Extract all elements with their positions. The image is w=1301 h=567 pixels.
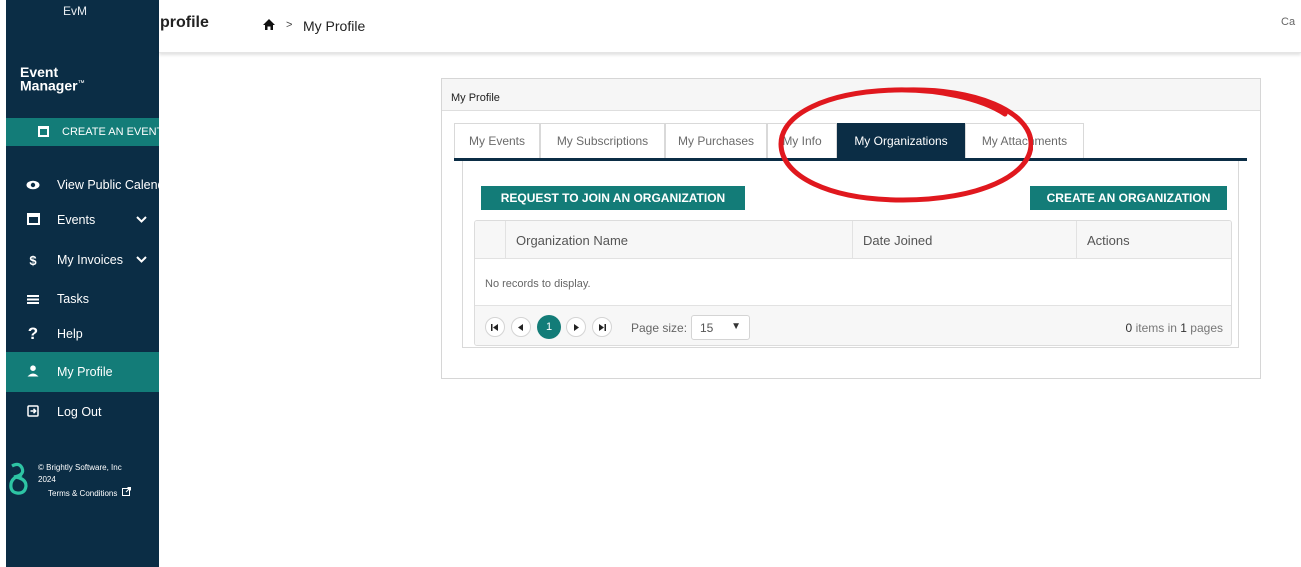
brightly-logo-icon — [9, 462, 28, 495]
list-icon — [26, 292, 40, 307]
breadcrumb-current: My Profile — [303, 18, 366, 34]
logo-line-2: Manager™ — [20, 77, 85, 94]
page-title: profile — [160, 14, 209, 31]
sidebar-item-log-out[interactable]: Log Out — [6, 392, 159, 432]
first-page-icon[interactable] — [485, 317, 505, 337]
items-text: items in — [1135, 321, 1177, 335]
sidebar-item-label: View Public Calendar — [57, 178, 159, 192]
tab-my-subscriptions[interactable]: My Subscriptions — [540, 123, 665, 158]
sidebar-item-label: Help — [57, 327, 83, 341]
sidebar-item-events[interactable]: Events — [6, 200, 159, 240]
top-header: profile > My Profile Ca — [159, 0, 1301, 53]
app-logo[interactable]: Event Manager™ — [20, 64, 85, 94]
organizations-grid: Organization Name Date Joined Actions No… — [474, 220, 1232, 346]
logout-icon — [26, 404, 40, 420]
question-icon: ? — [27, 324, 39, 343]
items-count: 0 — [1125, 321, 1133, 335]
next-page-icon[interactable] — [566, 317, 586, 337]
tab-my-attachments[interactable]: My Attachments — [965, 123, 1084, 158]
sidebar-item-help[interactable]: ? Help — [6, 314, 159, 354]
sidebar-item-label: My Invoices — [57, 253, 123, 267]
sidebar: EvM Event Manager™ CREATE AN EVENT View … — [6, 0, 159, 567]
profile-tabs: My Events My Subscriptions My Purchases … — [454, 123, 1247, 159]
create-event-button[interactable]: CREATE AN EVENT — [6, 118, 159, 146]
dollar-icon: $ — [29, 252, 37, 268]
sidebar-item-view-public-calendar[interactable]: View Public Calendar — [6, 165, 159, 205]
user-icon — [26, 364, 40, 380]
external-link-icon — [121, 487, 131, 496]
tab-my-organizations[interactable]: My Organizations — [837, 123, 965, 158]
chevron-down-icon[interactable] — [136, 254, 147, 266]
grid-header-spacer — [475, 221, 505, 259]
calendar-icon — [26, 212, 40, 228]
page-size-select[interactable]: 15 ▼ — [691, 315, 750, 340]
tab-my-info[interactable]: My Info — [767, 123, 837, 158]
previous-page-icon[interactable] — [511, 317, 531, 337]
sidebar-footer: © Brightly Software, Inc 2024 Terms & Co… — [6, 460, 159, 510]
eye-icon — [26, 178, 40, 193]
calendar-icon — [38, 126, 49, 137]
page-size-label: Page size: — [631, 321, 688, 335]
page-size-value: 15 — [700, 321, 714, 335]
empty-message: No records to display. — [485, 278, 591, 290]
create-organization-button[interactable]: CREATE AN ORGANIZATION — [1030, 186, 1227, 210]
chevron-down-icon[interactable] — [136, 214, 147, 226]
column-header-organization-name[interactable]: Organization Name — [505, 221, 852, 259]
app-short-name: EvM — [63, 4, 87, 18]
create-event-label: CREATE AN EVENT — [62, 126, 159, 138]
breadcrumb-separator: > — [286, 19, 293, 31]
sidebar-item-tasks[interactable]: Tasks — [6, 279, 159, 319]
sidebar-item-label: My Profile — [57, 365, 113, 379]
tab-my-events[interactable]: My Events — [454, 123, 540, 158]
panel-title: My Profile — [442, 79, 1260, 111]
copyright-year: 2024 — [38, 475, 56, 484]
home-icon[interactable] — [262, 18, 276, 32]
request-to-join-organization-button[interactable]: REQUEST TO JOIN AN ORGANIZATION — [481, 186, 745, 210]
pager-info: 0 items in 1 pages — [1126, 321, 1223, 335]
grid-pager: 1 Page size: 15 ▼ 0 items in 1 pages — [475, 305, 1231, 345]
column-header-actions: Actions — [1076, 221, 1231, 259]
sidebar-item-label: Log Out — [57, 405, 102, 419]
organizations-tab-content: REQUEST TO JOIN AN ORGANIZATION CREATE A… — [462, 161, 1239, 348]
copyright-text: © Brightly Software, Inc — [38, 463, 122, 472]
sidebar-item-my-profile[interactable]: My Profile — [6, 352, 159, 392]
sidebar-item-label: Events — [57, 213, 96, 227]
tab-my-purchases[interactable]: My Purchases — [665, 123, 767, 158]
header-right-truncated-text[interactable]: Ca — [1281, 16, 1295, 28]
current-page-button[interactable]: 1 — [537, 315, 561, 339]
pages-text: pages — [1190, 321, 1223, 335]
terms-link[interactable]: Terms & Conditions — [48, 487, 131, 498]
sidebar-item-label: Tasks — [57, 292, 89, 306]
grid-header: Organization Name Date Joined Actions — [475, 221, 1231, 259]
last-page-icon[interactable] — [592, 317, 612, 337]
sidebar-item-my-invoices[interactable]: $ My Invoices — [6, 240, 159, 280]
pages-count: 1 — [1180, 321, 1187, 335]
logo-line-1: Event — [20, 64, 59, 80]
column-header-date-joined[interactable]: Date Joined — [852, 221, 1076, 259]
profile-panel: My Profile My Events My Subscriptions My… — [441, 78, 1261, 379]
dropdown-arrow-icon: ▼ — [731, 321, 741, 332]
